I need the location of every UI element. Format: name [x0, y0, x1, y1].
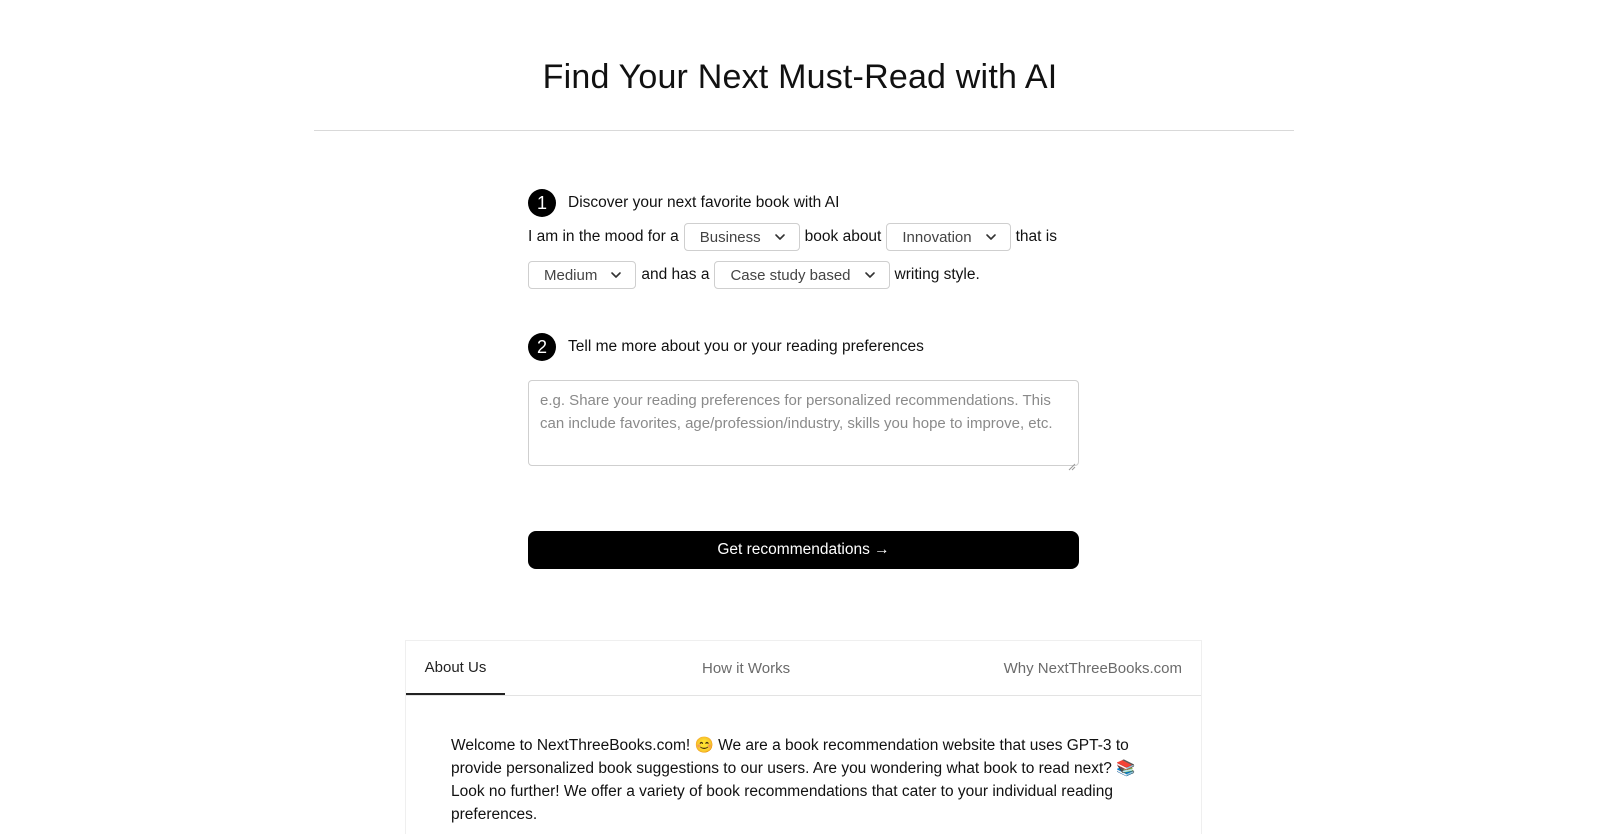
book-about-text: book about [804, 228, 882, 245]
info-tabs-panel: About Us How it Works Why NextThreeBooks… [405, 640, 1202, 834]
length-select-value: Medium [544, 266, 598, 284]
chevron-down-icon [863, 268, 877, 282]
preference-sentence-line-2: Medium and has a Case study based writin… [528, 260, 985, 290]
that-is-text: that is [1015, 228, 1057, 245]
step-2-header: 2 Tell me more about you or your reading… [528, 333, 924, 361]
writing-style-text: writing style. [894, 266, 980, 283]
textarea-placeholder: e.g. Share your reading preferences for … [540, 392, 1053, 432]
step-2-label: Tell me more about you or your reading p… [568, 338, 924, 355]
title-divider [314, 130, 1294, 131]
topic-select[interactable]: Innovation [886, 223, 1011, 251]
length-select[interactable]: Medium [528, 261, 637, 289]
resize-grip-icon[interactable] [1068, 455, 1076, 471]
page-title: Find Your Next Must-Read with AI [542, 58, 1058, 96]
step-1-number-badge: 1 [528, 189, 556, 217]
and-has-text: and has a [641, 266, 710, 283]
topic-select-value: Innovation [902, 228, 972, 246]
preference-sentence-line-1: I am in the mood for a Business book abo… [528, 222, 1062, 252]
chevron-down-icon [984, 230, 998, 244]
tab-how-it-works[interactable]: How it Works [702, 641, 790, 695]
chevron-down-icon [773, 230, 787, 244]
about-us-description: Welcome to NextThreeBooks.com! 😊 We are … [451, 737, 1136, 823]
genre-select[interactable]: Business [683, 223, 800, 251]
writing-style-select-value: Case study based [730, 266, 851, 284]
chevron-down-icon [609, 268, 623, 282]
writing-style-select[interactable]: Case study based [714, 261, 890, 289]
tab-why-nextthreebooks[interactable]: Why NextThreeBooks.com [1004, 641, 1182, 695]
tab-about-us[interactable]: About Us [406, 641, 505, 695]
tab-bar: About Us How it Works Why NextThreeBooks… [406, 641, 1201, 696]
step-2-number-badge: 2 [528, 333, 556, 361]
step-1-header: 1 Discover your next favorite book with … [528, 189, 839, 217]
mood-text: I am in the mood for a [528, 228, 679, 245]
step-1-label: Discover your next favorite book with AI [568, 194, 840, 211]
get-recommendations-button[interactable]: Get recommendations → [528, 531, 1079, 569]
genre-select-value: Business [699, 228, 761, 246]
reading-preferences-textarea[interactable]: e.g. Share your reading preferences for … [528, 380, 1079, 471]
